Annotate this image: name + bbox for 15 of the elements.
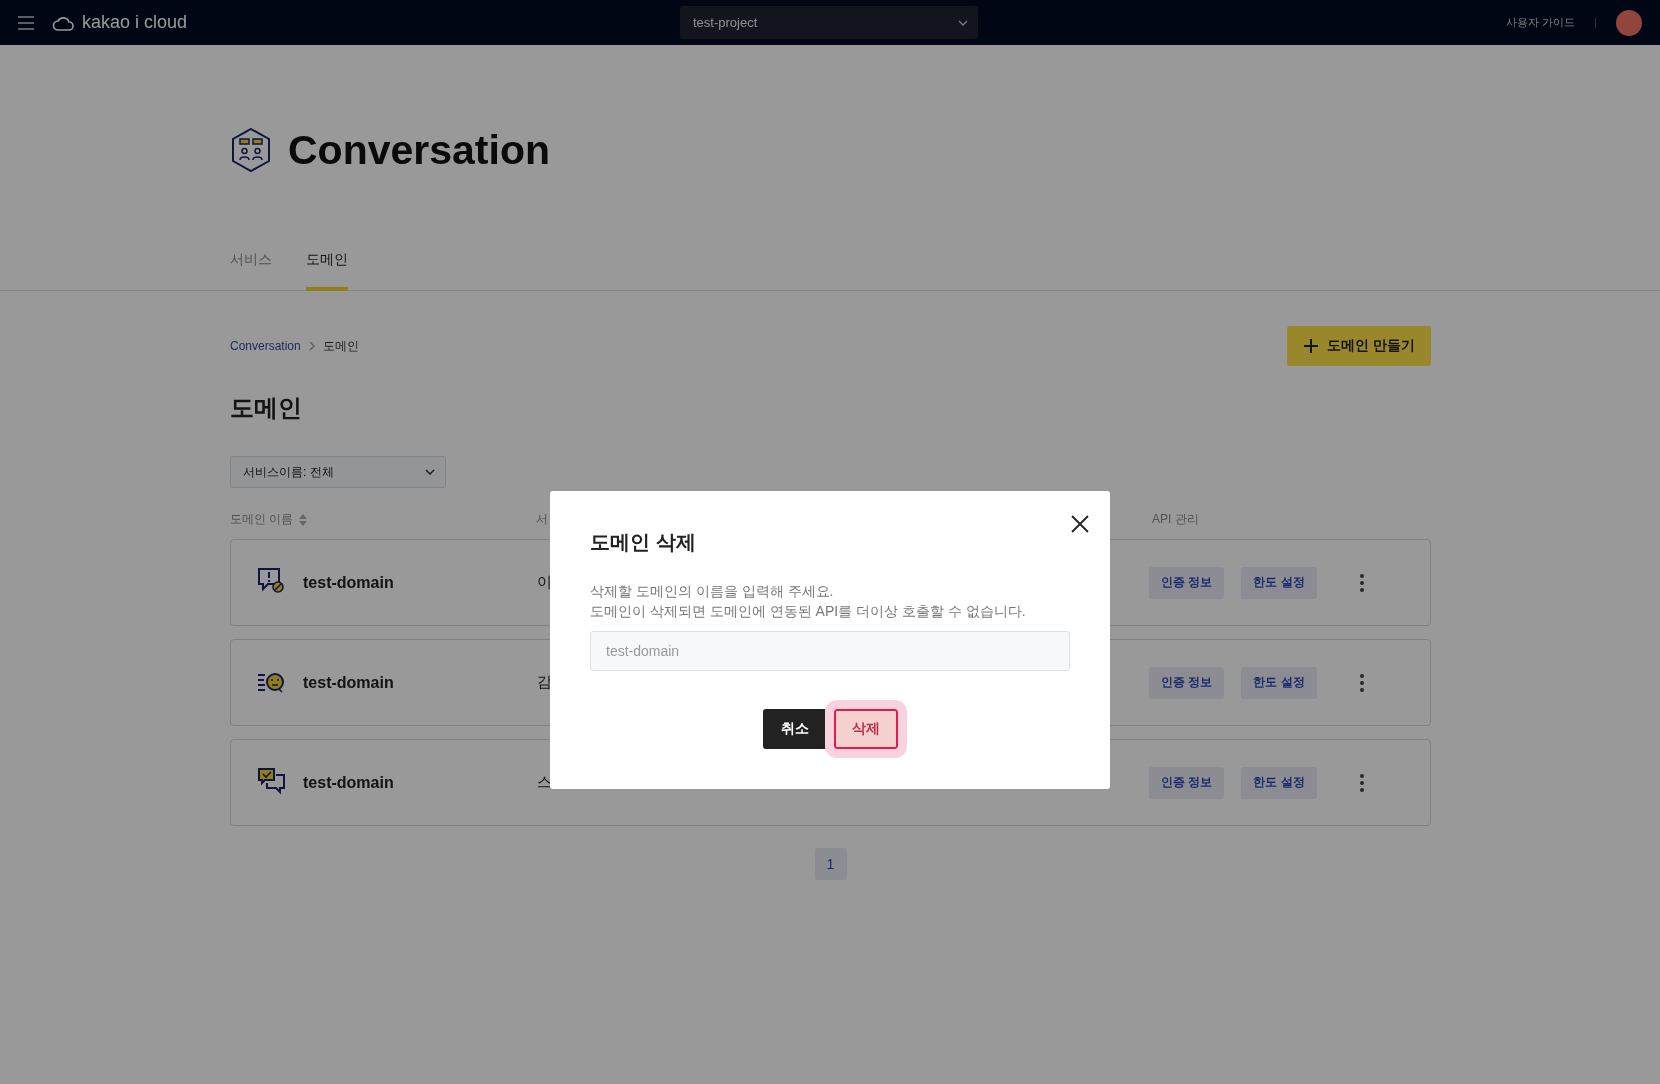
breadcrumb-current: 도메인 <box>322 337 359 355</box>
domain-name: test-domain <box>303 573 394 591</box>
section-title: 도메인 <box>230 393 303 423</box>
domain-name: test-domain <box>303 773 394 791</box>
page-title: Conversation <box>288 126 550 174</box>
service-name: 이 <box>537 573 552 590</box>
dialog-message: 도메인이 삭제되면 도메인에 연동된 API를 더이상 호출할 수 없습니다. <box>590 602 1027 621</box>
domain-name: test-domain <box>303 673 394 691</box>
column-header: 도메인 이름 <box>230 511 294 528</box>
service-name: 감 <box>537 673 552 690</box>
brand-logo-text: kakao i cloud <box>82 12 188 33</box>
column-header: API 관리 <box>1152 512 1199 526</box>
column-header: 서 <box>536 512 548 526</box>
dialog-title: 도메인 삭제 <box>590 530 697 555</box>
dialog-message: 삭제할 도메인의 이름을 입력해 주세요. <box>590 582 835 601</box>
